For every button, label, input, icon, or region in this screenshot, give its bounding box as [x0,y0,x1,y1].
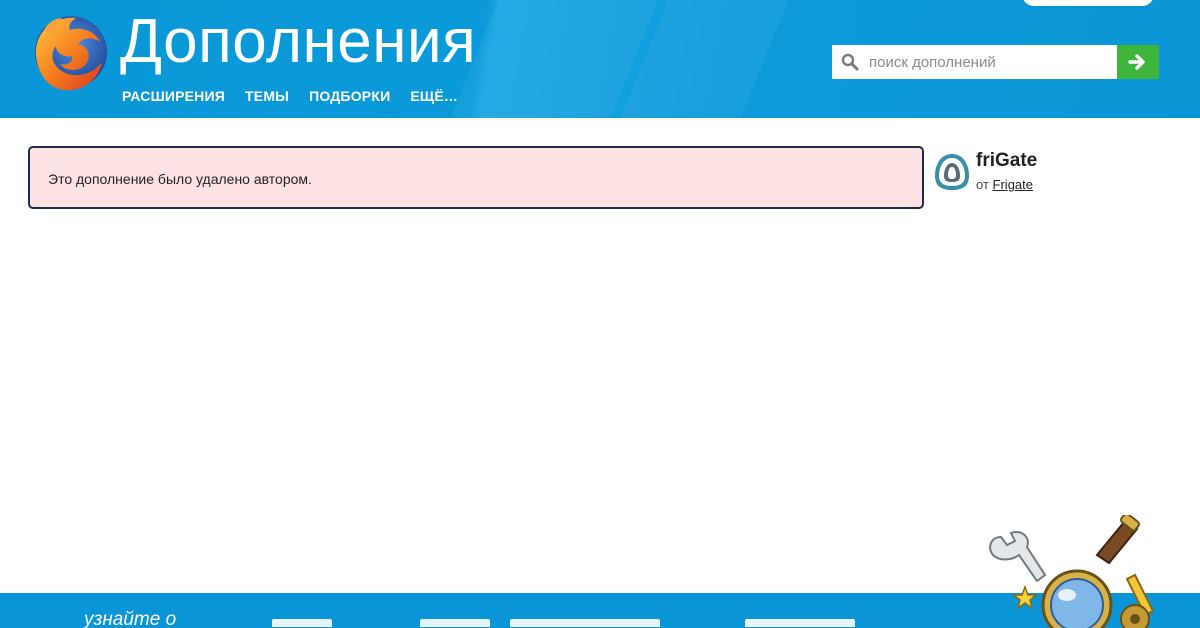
footer-link[interactable] [510,619,660,627]
search-input[interactable] [869,45,1109,79]
site-header: Дополнения РАСШИРЕНИЯ ТЕМЫ ПОДБОРКИ ЕЩЁ… [0,0,1200,118]
main-nav: РАСШИРЕНИЯ ТЕМЫ ПОДБОРКИ ЕЩЁ… [122,88,458,104]
search-icon [841,53,859,71]
top-menu-pill[interactable] [1022,0,1154,6]
nav-more[interactable]: ЕЩЁ… [410,88,458,104]
addon-by-prefix: от [976,177,989,192]
addon-name: friGate [976,150,1038,171]
nav-extensions[interactable]: РАСШИРЕНИЯ [122,88,225,104]
nav-themes[interactable]: ТЕМЫ [245,88,289,104]
page-title: Дополнения [120,7,477,76]
search-form [832,45,1159,79]
addon-author-line: от Frigate [976,177,1033,192]
footer-link[interactable] [420,619,490,627]
tools-mascot-illustration [989,515,1155,628]
removed-notice: Это дополнение было удалено автором. [28,146,924,209]
footer-link[interactable] [272,619,332,627]
search-field[interactable] [832,45,1117,79]
search-submit-button[interactable] [1117,45,1159,79]
addon-summary: friGate от Frigate [933,150,1193,196]
footer-learn-heading: узнайте о [84,609,177,628]
firefox-logo[interactable] [26,10,112,94]
frigate-addon-icon[interactable] [933,152,971,192]
nav-collections[interactable]: ПОДБОРКИ [309,88,390,104]
footer-link[interactable] [745,619,855,627]
addon-author-link[interactable]: Frigate [993,177,1033,192]
removed-notice-text: Это дополнение было удалено автором. [48,171,312,187]
arrow-right-icon [1128,54,1145,70]
